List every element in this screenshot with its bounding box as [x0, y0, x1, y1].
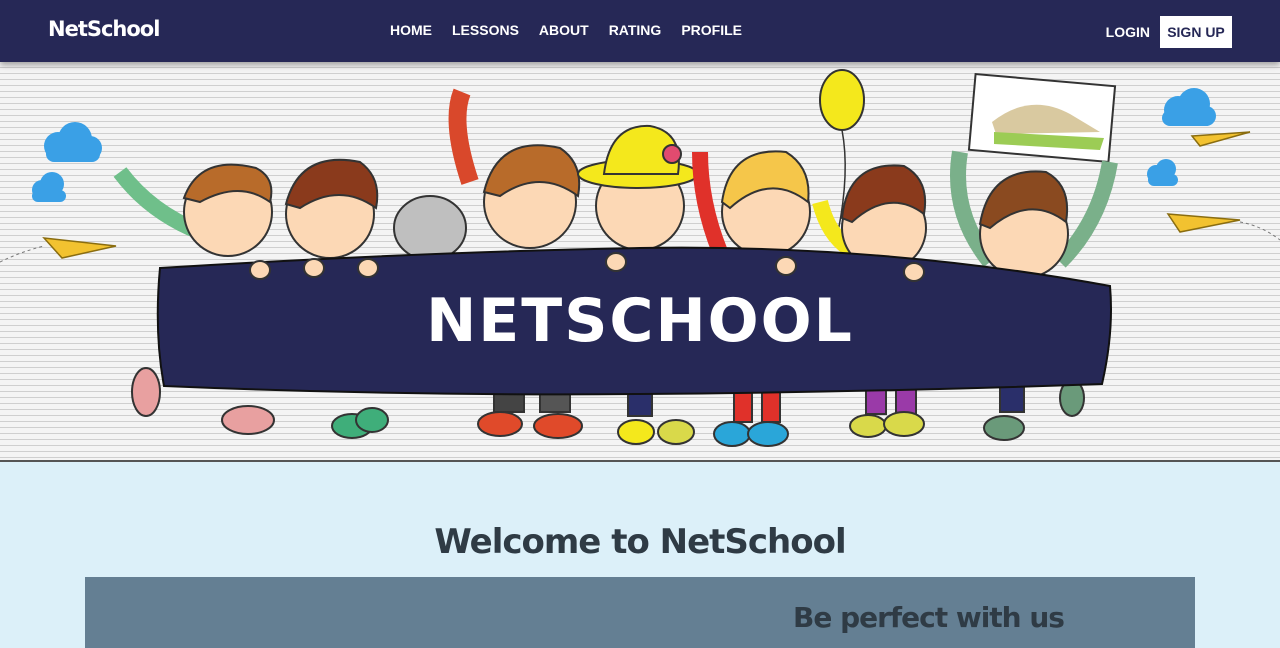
child-drawing-picture [967, 72, 1117, 164]
hero-illustration: NETSCHOOL [0, 62, 1280, 462]
signup-button[interactable]: SIGN UP [1160, 16, 1232, 48]
kids-cartoon-illustration [0, 69, 1280, 447]
paper-plane-icon [1190, 131, 1251, 147]
cloud-icon [32, 172, 66, 202]
nav-lessons-link[interactable]: LESSONS [452, 22, 519, 38]
nav-about-link[interactable]: ABOUT [539, 22, 589, 38]
nav-profile-link[interactable]: PROFILE [681, 22, 742, 38]
paper-plane-icon [42, 237, 117, 259]
panel-heading: Be perfect with us [793, 601, 1065, 634]
cloud-icon [1162, 88, 1216, 126]
nav-home-link[interactable]: HOME [390, 22, 432, 38]
top-navbar: NetSchool HOME LESSONS ABOUT RATING PROF… [0, 0, 1280, 62]
cloud-icon [1147, 159, 1178, 186]
nav-links: HOME LESSONS ABOUT RATING PROFILE [390, 22, 742, 38]
login-link[interactable]: LOGIN [1106, 24, 1150, 40]
balloon-icon [819, 69, 865, 131]
brand-logo[interactable]: NetSchool [48, 17, 160, 41]
banner-title: NETSCHOOL [426, 286, 854, 356]
nav-rating-link[interactable]: RATING [609, 22, 662, 38]
paper-plane-icon [1166, 213, 1241, 233]
cloud-icon [44, 122, 102, 162]
info-panel: Be perfect with us [85, 577, 1195, 648]
welcome-heading: Welcome to NetSchool [434, 522, 846, 562]
auth-controls: LOGIN SIGN UP [1106, 16, 1232, 48]
